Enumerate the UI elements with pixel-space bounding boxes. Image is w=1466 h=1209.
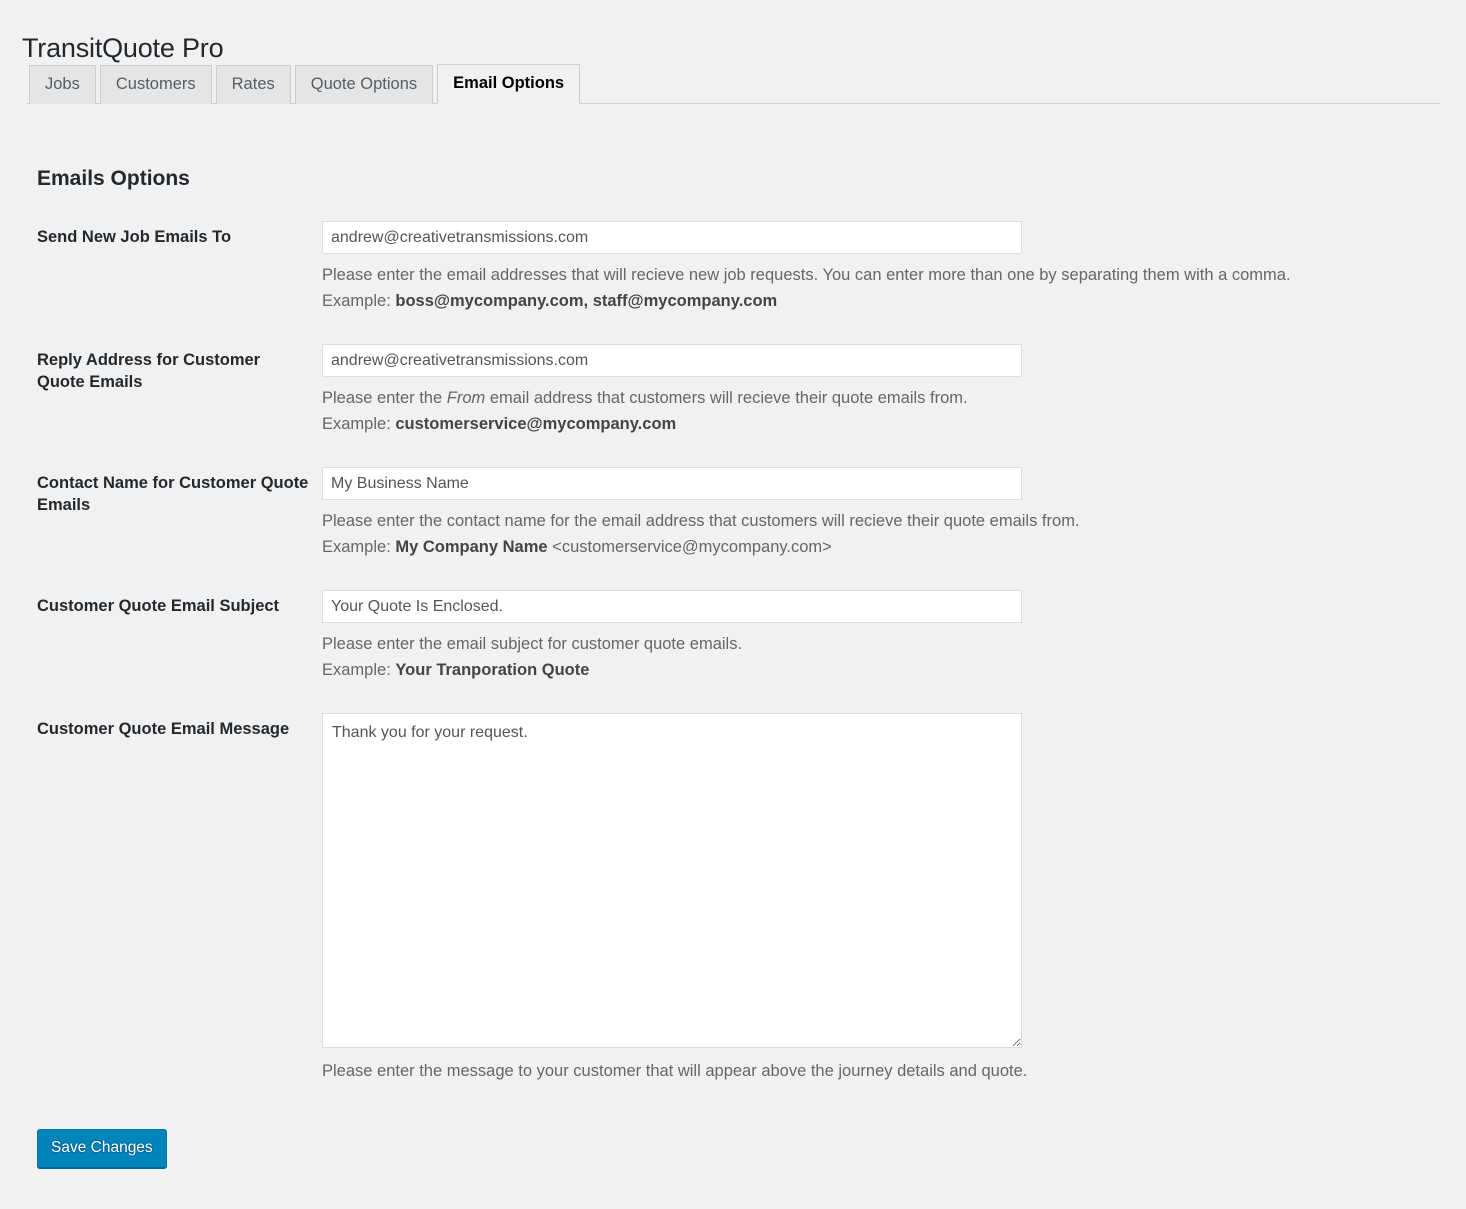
- tab-bar: Jobs Customers Rates Quote Options Email…: [26, 64, 1440, 104]
- example-prefix: Example:: [322, 661, 396, 679]
- form-row-reply-address: Reply Address for Customer Quote Emails …: [37, 329, 1427, 452]
- description-line-1: Please enter the email subject for custo…: [322, 635, 743, 653]
- form-row-contact-name: Contact Name for Customer Quote Emails P…: [37, 452, 1427, 575]
- description-line-1: Please enter the email addresses that wi…: [322, 266, 1291, 284]
- example-value: My Company Name: [395, 538, 548, 556]
- example-value: boss@mycompany.com, staff@mycompany.com: [395, 292, 778, 310]
- label-email-message: Customer Quote Email Message: [37, 720, 290, 738]
- tab-jobs[interactable]: Jobs: [29, 65, 96, 104]
- example-suffix: <customerservice@mycompany.com>: [547, 538, 832, 556]
- description-reply-address: Please enter the From email address that…: [322, 385, 1417, 437]
- description-line-1: Please enter the contact name for the em…: [322, 512, 1080, 530]
- tab-rates[interactable]: Rates: [215, 65, 291, 104]
- description-contact-name: Please enter the contact name for the em…: [322, 508, 1417, 560]
- save-changes-button[interactable]: Save Changes: [37, 1129, 167, 1168]
- tab-email-options[interactable]: Email Options: [437, 64, 581, 104]
- email-subject-input[interactable]: [322, 590, 1022, 623]
- example-prefix: Example:: [322, 292, 396, 310]
- field-cell-email-subject: Please enter the email subject for custo…: [322, 575, 1427, 698]
- example-prefix: Example:: [322, 415, 396, 433]
- field-cell-send-new-job-emails-to: Please enter the email addresses that wi…: [322, 206, 1427, 329]
- label-send-new-job-emails-to: Send New Job Emails To: [37, 228, 232, 246]
- description-emphasis: From: [446, 389, 486, 407]
- description-send-new-job-emails-to: Please enter the email addresses that wi…: [322, 262, 1417, 314]
- label-contact-name: Contact Name for Customer Quote Emails: [37, 474, 309, 514]
- label-email-subject: Customer Quote Email Subject: [37, 597, 280, 615]
- description-line-1: Please enter the message to your custome…: [322, 1062, 1028, 1080]
- description-email-message: Please enter the message to your custome…: [322, 1058, 1417, 1084]
- description-suffix: email address that customers will reciev…: [485, 389, 968, 407]
- tab-customers[interactable]: Customers: [99, 65, 212, 104]
- email-options-form: Send New Job Emails To Please enter the …: [37, 206, 1427, 1099]
- field-cell-contact-name: Please enter the contact name for the em…: [322, 452, 1427, 575]
- description-email-subject: Please enter the email subject for custo…: [322, 631, 1417, 683]
- example-prefix: Example:: [322, 538, 396, 556]
- example-value: customerservice@mycompany.com: [395, 415, 677, 433]
- submit-area: Save Changes: [37, 1129, 167, 1168]
- tab-quote-options[interactable]: Quote Options: [294, 65, 434, 104]
- send-new-job-emails-to-input[interactable]: [322, 221, 1022, 254]
- email-message-textarea[interactable]: Thank you for your request.: [322, 713, 1022, 1048]
- field-cell-reply-address: Please enter the From email address that…: [322, 329, 1427, 452]
- label-reply-address: Reply Address for Customer Quote Emails: [37, 351, 261, 391]
- description-prefix: Please enter the: [322, 389, 447, 407]
- reply-address-input[interactable]: [322, 344, 1022, 377]
- contact-name-input[interactable]: [322, 467, 1022, 500]
- field-cell-email-message: Thank you for your request. Please enter…: [322, 698, 1427, 1099]
- form-row-email-message: Customer Quote Email Message Thank you f…: [37, 698, 1427, 1099]
- example-value: Your Tranporation Quote: [395, 661, 590, 679]
- page-title: TransitQuote Pro: [22, 33, 224, 64]
- form-row-send-new-job-emails-to: Send New Job Emails To Please enter the …: [37, 206, 1427, 329]
- section-heading: Emails Options: [37, 167, 190, 191]
- form-row-email-subject: Customer Quote Email Subject Please ente…: [37, 575, 1427, 698]
